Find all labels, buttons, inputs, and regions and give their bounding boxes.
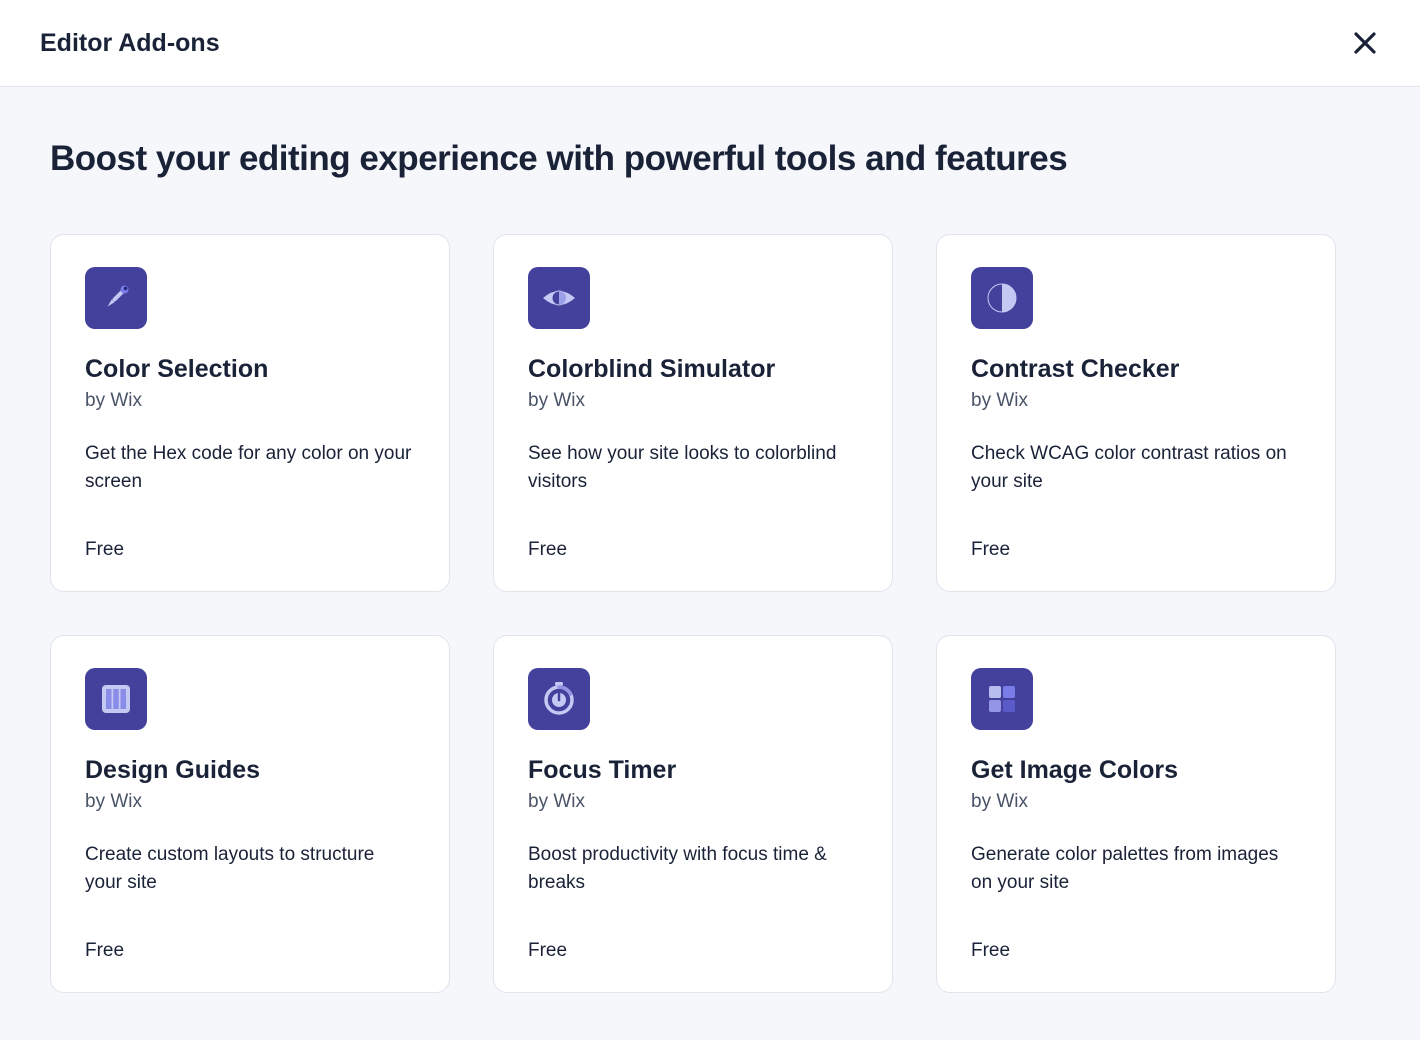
addon-title: Color Selection: [85, 355, 415, 384]
addon-price: Free: [85, 940, 415, 962]
addon-author: by Wix: [528, 791, 858, 813]
modal-title: Editor Add-ons: [40, 29, 220, 58]
addon-author: by Wix: [971, 390, 1301, 412]
timer-icon: [528, 668, 590, 730]
addon-card-colorblind-simulator[interactable]: Colorblind Simulator by Wix See how your…: [493, 234, 893, 592]
addon-author: by Wix: [85, 390, 415, 412]
addon-author: by Wix: [528, 390, 858, 412]
addon-description: Generate color palettes from images on y…: [971, 841, 1301, 916]
addon-grid: Color Selection by Wix Get the Hex code …: [50, 234, 1370, 993]
modal-content: Boost your editing experience with power…: [0, 87, 1420, 1040]
addon-description: Create custom layouts to structure your …: [85, 841, 415, 916]
modal-header: Editor Add-ons: [0, 0, 1420, 87]
addon-title: Design Guides: [85, 756, 415, 785]
addon-description: See how your site looks to colorblind vi…: [528, 440, 858, 515]
addon-price: Free: [528, 940, 858, 962]
addon-title: Contrast Checker: [971, 355, 1301, 384]
addon-card-contrast-checker[interactable]: Contrast Checker by Wix Check WCAG color…: [936, 234, 1336, 592]
addon-card-get-image-colors[interactable]: Get Image Colors by Wix Generate color p…: [936, 635, 1336, 993]
addon-price: Free: [528, 539, 858, 561]
columns-icon: [85, 668, 147, 730]
eye-icon: [528, 267, 590, 329]
addon-price: Free: [971, 539, 1301, 561]
addon-card-focus-timer[interactable]: Focus Timer by Wix Boost productivity wi…: [493, 635, 893, 993]
addon-price: Free: [971, 940, 1301, 962]
eyedropper-icon: [85, 267, 147, 329]
contrast-icon: [971, 267, 1033, 329]
palette-grid-icon: [971, 668, 1033, 730]
addon-title: Get Image Colors: [971, 756, 1301, 785]
addon-price: Free: [85, 539, 415, 561]
addon-title: Colorblind Simulator: [528, 355, 858, 384]
addon-card-design-guides[interactable]: Design Guides by Wix Create custom layou…: [50, 635, 450, 993]
addon-title: Focus Timer: [528, 756, 858, 785]
addon-card-color-selection[interactable]: Color Selection by Wix Get the Hex code …: [50, 234, 450, 592]
addon-description: Boost productivity with focus time & bre…: [528, 841, 858, 916]
page-headline: Boost your editing experience with power…: [50, 139, 1370, 179]
addon-author: by Wix: [85, 791, 415, 813]
close-icon: [1354, 32, 1376, 54]
addon-description: Check WCAG color contrast ratios on your…: [971, 440, 1301, 515]
addon-author: by Wix: [971, 791, 1301, 813]
close-button[interactable]: [1350, 28, 1380, 58]
addon-description: Get the Hex code for any color on your s…: [85, 440, 415, 515]
